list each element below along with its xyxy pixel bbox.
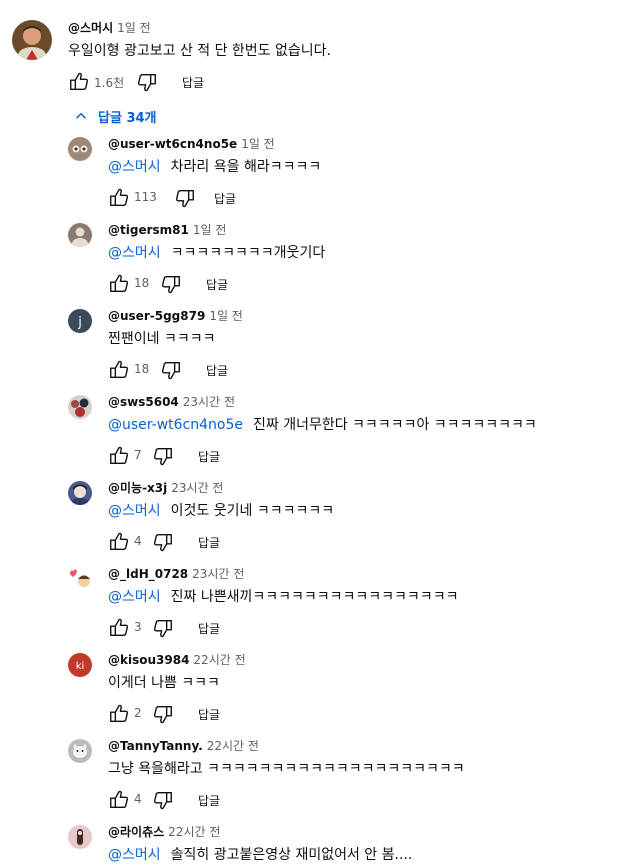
reply-actions: 18 답글 (108, 354, 608, 386)
like-icon[interactable] (108, 273, 130, 295)
chevron-up-icon (75, 112, 87, 119)
like-count: 3 (134, 620, 142, 634)
dislike-icon[interactable] (152, 789, 174, 811)
reply-button[interactable]: 답글 (214, 190, 236, 207)
reply-button[interactable]: 답글 (198, 534, 220, 551)
reply-mention[interactable]: @user-wt6cn4no5e (108, 417, 243, 433)
reply-button[interactable]: 답글 (206, 362, 228, 379)
reply-text: 찐팬이네 ㅋㅋㅋㅋ (108, 331, 216, 347)
like-icon[interactable] (108, 445, 130, 467)
reply-button[interactable]: 답글 (182, 74, 204, 91)
reply-actions: 4 답글 (108, 526, 608, 558)
dislike-icon[interactable] (152, 617, 174, 639)
reply-text: 진짜 나쁜새끼ㅋㅋㅋㅋㅋㅋㅋㅋㅋㅋㅋㅋㅋㅋㅋㅋ (170, 589, 459, 605)
reply-time[interactable]: 22시간 전 (193, 653, 245, 667)
reply-button[interactable]: 답글 (198, 448, 220, 465)
avatar[interactable] (68, 825, 92, 849)
comment-actions: 1.6천 답글 (68, 66, 608, 98)
reply-actions: 2 답글 (108, 698, 608, 730)
reply-button[interactable]: 답글 (206, 276, 228, 293)
reply-time[interactable]: 1일 전 (193, 223, 227, 237)
reply-text: 이게더 나쁨 ㅋㅋㅋ (108, 675, 220, 691)
reply-button[interactable]: 답글 (198, 620, 220, 637)
avatar[interactable] (68, 395, 92, 419)
like-icon[interactable] (108, 789, 130, 811)
like-icon[interactable] (108, 703, 130, 725)
dislike-icon[interactable] (160, 273, 182, 295)
reply-text: 이것도 웃기네 ㅋㅋㅋㅋㅋㅋ (170, 503, 335, 519)
like-count: 1.6천 (94, 76, 125, 90)
reply-author[interactable]: @sws5604 (108, 395, 179, 409)
avatar[interactable] (68, 481, 92, 505)
reply-author[interactable]: @라이츄스 (108, 825, 164, 839)
dislike-icon[interactable] (152, 703, 174, 725)
reply-actions: 7 답글 (108, 440, 608, 472)
reply-time[interactable]: 23시간 전 (192, 567, 244, 581)
avatar[interactable] (68, 223, 92, 247)
dislike-icon[interactable] (174, 187, 196, 209)
like-count: 4 (134, 792, 142, 806)
like-count: 18 (134, 362, 150, 376)
reply-author[interactable]: @_ldH_0728 (108, 567, 188, 581)
reply-actions: 113 답글 (108, 182, 608, 214)
dislike-icon[interactable] (152, 531, 174, 553)
like-count: 18 (134, 276, 150, 290)
reply-time[interactable]: 22시간 전 (207, 739, 259, 753)
reply-button[interactable]: 답글 (198, 706, 220, 723)
reply-text: 차라리 욕을 해라ㅋㅋㅋㅋ (170, 159, 322, 175)
dislike-icon[interactable] (136, 71, 158, 93)
avatar[interactable] (68, 739, 92, 763)
reply-mention[interactable]: @스머시 (108, 589, 161, 605)
reply-time[interactable]: 1일 전 (209, 309, 243, 323)
dislike-icon[interactable] (160, 359, 182, 381)
reply-mention[interactable]: @스머시 (108, 159, 161, 175)
reply-author[interactable]: @kisou3984 (108, 653, 189, 667)
like-icon[interactable] (68, 71, 90, 93)
reply-text: 솔직히 광고붙은영상 재미없어서 안 봄.... (170, 847, 413, 863)
comment-text: 우일이형 광고보고 산 적 단 한번도 없습니다. (68, 43, 331, 59)
reply-actions: 3 답글 (108, 612, 608, 644)
reply-mention[interactable]: @스머시 (108, 847, 161, 863)
reply-time[interactable]: 1일 전 (241, 137, 275, 151)
avatar[interactable] (68, 567, 92, 591)
reply-author[interactable]: @tigersm81 (108, 223, 189, 237)
reply-button[interactable]: 답글 (198, 792, 220, 809)
reply-mention[interactable]: @스머시 (108, 503, 161, 519)
like-icon[interactable] (108, 531, 130, 553)
replies-count-label: 답글 34개 (98, 110, 157, 126)
reply-actions: 4 답글 (108, 784, 608, 816)
replies-toggle-button[interactable]: 답글 34개 (72, 104, 157, 128)
reply-time[interactable]: 22시간 전 (168, 825, 220, 839)
reply-author[interactable]: @TannyTanny. (108, 739, 203, 753)
reply-mention[interactable]: @스머시 (108, 245, 161, 261)
reply-author[interactable]: @미능-x3j (108, 481, 167, 495)
dislike-icon[interactable] (152, 445, 174, 467)
comment-time[interactable]: 1일 전 (117, 21, 151, 35)
reply-author[interactable]: @user-wt6cn4no5e (108, 137, 237, 151)
like-icon[interactable] (108, 617, 130, 639)
like-icon[interactable] (108, 359, 130, 381)
avatar[interactable]: j (68, 309, 92, 333)
like-count: 4 (134, 534, 142, 548)
comment-author[interactable]: @스머시 (68, 21, 113, 35)
like-count: 7 (134, 448, 142, 462)
reply-text: 그냥 욕을해라고 ㅋㅋㅋㅋㅋㅋㅋㅋㅋㅋㅋㅋㅋㅋㅋㅋㅋㅋㅋㅋ (108, 761, 465, 777)
avatar-letter: j (77, 315, 82, 330)
reply-text: 진짜 개너무한다 ㅋㅋㅋㅋㅋ아 ㅋㅋㅋㅋㅋㅋㅋㅋ (252, 417, 537, 433)
reply-text: ㅋㅋㅋㅋㅋㅋㅋㅋ개웃기다 (170, 245, 326, 261)
reply-time[interactable]: 23시간 전 (183, 395, 235, 409)
reply-time[interactable]: 23시간 전 (171, 481, 223, 495)
avatar[interactable] (12, 20, 52, 60)
like-icon[interactable] (108, 187, 130, 209)
avatar-letter: ki (76, 661, 85, 672)
avatar[interactable] (68, 137, 92, 161)
like-count: 113 (134, 190, 157, 204)
reply-actions: 18 답글 (108, 268, 608, 300)
avatar[interactable]: ki (68, 653, 92, 677)
like-count: 2 (134, 706, 142, 720)
reply-author[interactable]: @user-5gg879 (108, 309, 205, 323)
